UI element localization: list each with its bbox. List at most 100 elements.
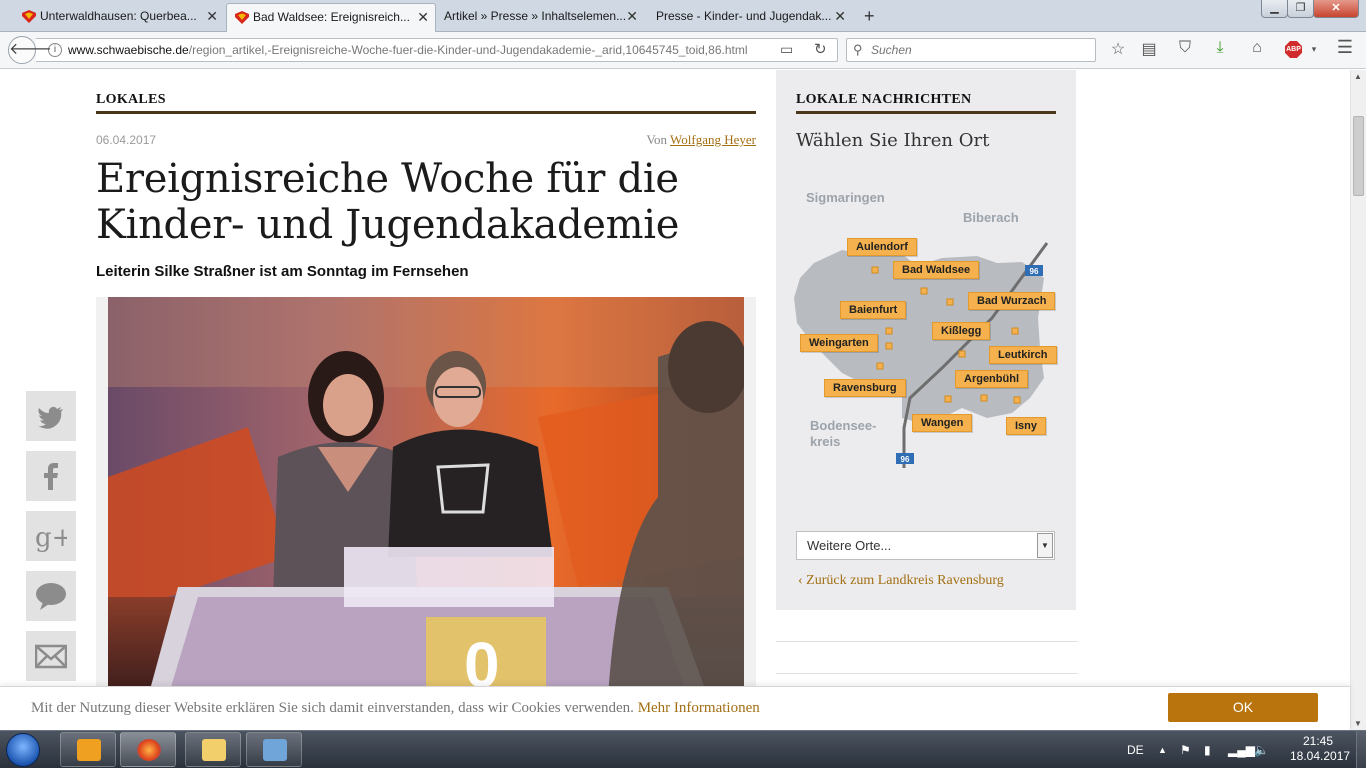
maximize-icon[interactable]: ❐ <box>1287 0 1314 18</box>
select-value: Weitere Orte... <box>807 538 892 553</box>
place-ravensburg[interactable]: Ravensburg <box>824 379 906 397</box>
download-icon[interactable]: ⤓ <box>1209 39 1231 57</box>
place-isny[interactable]: Isny <box>1006 417 1047 435</box>
taskbar-firefox[interactable] <box>120 732 176 767</box>
place-bad-wurzach[interactable]: Bad Wurzach <box>968 292 1056 310</box>
folder-icon <box>202 739 226 761</box>
browser-tab-bar: Unterwaldhausen: Querbea... ✕ Bad Waldse… <box>0 0 1366 32</box>
tab-unterwaldhausen[interactable]: Unterwaldhausen: Querbea... ✕ <box>14 3 224 32</box>
tab-bad-waldsee[interactable]: Bad Waldsee: Ereignisreich... ✕ <box>226 3 436 32</box>
facebook-icon <box>44 463 58 490</box>
more-info-link[interactable]: Mehr Informationen <box>638 700 760 716</box>
tab-presse-kinder[interactable]: Presse - Kinder- und Jugendak... ✕ <box>630 3 852 32</box>
bookmarks-list-icon[interactable]: ▤ <box>1138 39 1160 59</box>
place-bad-waldsee[interactable]: Bad Waldsee <box>893 261 980 279</box>
show-hidden-icons-icon[interactable]: ▲ <box>1158 731 1167 768</box>
tab-label: Presse - Kinder- und Jugendak... <box>656 9 832 23</box>
tab-label: Unterwaldhausen: Querbea... <box>40 9 197 23</box>
taskbar-media-player[interactable] <box>60 732 116 767</box>
section-label[interactable]: LOKALES <box>96 92 166 108</box>
place-kisslegg[interactable]: Kißlegg <box>932 322 991 340</box>
battery-icon[interactable]: ▮ <box>1204 731 1211 768</box>
region-bodenseekreis: Bodensee- kreis <box>810 418 877 449</box>
taskbar-explorer[interactable] <box>185 732 241 767</box>
menu-icon[interactable]: ☰ <box>1334 37 1356 58</box>
podium-counter: 0 <box>464 629 500 686</box>
bookmark-star-icon[interactable]: ☆ <box>1107 39 1129 59</box>
mail-icon <box>35 644 67 669</box>
home-icon[interactable]: ⌂ <box>1246 39 1268 57</box>
back-button[interactable]: 🡐 <box>8 36 52 64</box>
pocket-icon[interactable]: ⛉ <box>1174 39 1196 57</box>
windows-start-icon[interactable] <box>6 733 40 767</box>
search-icon: ⚲ <box>853 42 863 57</box>
reader-view-icon[interactable]: ▭ <box>780 41 793 58</box>
sidebar-divider <box>776 641 1078 642</box>
address-bar[interactable]: i www.schwaebische.de/region_artikel,-Er… <box>36 38 838 62</box>
scroll-down-icon[interactable]: ▼ <box>1354 719 1362 728</box>
chevron-left-icon: ‹ <box>798 573 803 588</box>
sidebar-section-label: LOKALE NACHRICHTEN <box>796 92 972 107</box>
page-scrollbar[interactable]: ▲ ▼ <box>1350 70 1366 730</box>
url-text[interactable]: www.schwaebische.de/region_artikel,-Erei… <box>68 39 748 61</box>
place-aulendorf[interactable]: Aulendorf <box>847 238 917 256</box>
road-label: 96 <box>901 455 910 464</box>
search-bar[interactable]: ⚲ <box>846 38 1096 62</box>
share-mail-button[interactable] <box>26 631 76 681</box>
tab-artikel-presse[interactable]: Artikel » Presse » Inhaltselemen... ✕ <box>418 3 644 32</box>
more-places-select[interactable]: Weitere Orte... ▼ <box>796 531 1055 560</box>
adblock-plus-icon[interactable]: ABP <box>1285 41 1302 58</box>
share-google-plus-button[interactable]: g+ <box>26 511 76 561</box>
share-facebook-button[interactable] <box>26 451 76 501</box>
chevron-down-icon[interactable]: ▼ <box>1037 533 1053 558</box>
language-indicator[interactable]: DE <box>1127 731 1144 768</box>
place-leutkirch[interactable]: Leutkirch <box>989 346 1057 364</box>
twitter-icon <box>38 406 63 429</box>
cookie-ok-button[interactable]: OK <box>1168 693 1318 722</box>
author-link[interactable]: Wolfgang Heyer <box>670 132 756 147</box>
navigation-bar: i www.schwaebische.de/region_artikel,-Er… <box>0 32 1366 69</box>
cookie-banner: Mit der Nutzung dieser Website erklären … <box>0 686 1350 730</box>
place-weingarten[interactable]: Weingarten <box>800 334 878 352</box>
network-signal-icon[interactable]: ▂▄▆ <box>1228 731 1255 768</box>
close-tab-icon[interactable]: ✕ <box>206 3 218 30</box>
article-date: 06.04.2017 <box>96 133 157 147</box>
scroll-thumb[interactable] <box>1353 116 1364 196</box>
close-tab-icon[interactable]: ✕ <box>834 3 846 30</box>
adblock-dropdown-icon[interactable]: ▾ <box>1303 44 1325 55</box>
comment-button[interactable] <box>26 571 76 621</box>
firefox-icon <box>137 739 161 761</box>
region-biberach: Biberach <box>963 210 1019 225</box>
image-viewer-icon <box>263 739 287 761</box>
place-argenbuehl[interactable]: Argenbühl <box>955 370 1028 388</box>
action-center-flag-icon[interactable]: ⚑ <box>1180 731 1191 768</box>
new-tab-icon[interactable]: + <box>864 4 875 28</box>
page-content: LOKALES 06.04.2017 Von Wolfgang Heyer Er… <box>0 70 1350 686</box>
road-label: 96 <box>1030 267 1039 276</box>
location-heading: Wählen Sie Ihren Ort <box>796 130 990 151</box>
sidebar-rule <box>796 111 1056 114</box>
region-sigmaringen: Sigmaringen <box>806 190 885 205</box>
volume-icon[interactable]: 🔈 <box>1254 731 1269 768</box>
show-desktop-button[interactable] <box>1356 731 1366 768</box>
place-wangen[interactable]: Wangen <box>912 414 973 432</box>
scroll-up-icon[interactable]: ▲ <box>1354 72 1362 81</box>
reload-icon[interactable]: ↻ <box>814 40 827 58</box>
minimize-icon[interactable]: ▁ <box>1261 0 1288 18</box>
local-news-sidebar: LOKALE NACHRICHTEN Wählen Sie Ihren Ort … <box>776 70 1076 610</box>
section-rule <box>96 111 756 114</box>
google-plus-icon: g+ <box>35 523 67 552</box>
site-favicon-icon <box>235 11 249 24</box>
close-window-icon[interactable]: ✕ <box>1313 0 1359 18</box>
article-subheadline: Leiterin Silke Straßner ist am Sonntag i… <box>96 263 469 280</box>
taskbar-clock[interactable]: 21:45 18.04.2017 <box>1290 734 1350 764</box>
media-player-icon <box>77 739 101 761</box>
back-to-district-link[interactable]: ‹ Zurück zum Landkreis Ravensburg <box>798 573 1004 589</box>
search-input[interactable] <box>871 41 1091 59</box>
tab-label: Artikel » Presse » Inhaltselemen... <box>444 9 627 23</box>
windows-taskbar: DE ▲ ⚑ ▮ ▂▄▆ 🔈 21:45 18.04.2017 <box>0 730 1366 768</box>
share-twitter-button[interactable] <box>26 391 76 441</box>
taskbar-image-viewer[interactable] <box>246 732 302 767</box>
article-photo[interactable]: 0 <box>96 297 756 686</box>
place-baienfurt[interactable]: Baienfurt <box>840 301 907 319</box>
